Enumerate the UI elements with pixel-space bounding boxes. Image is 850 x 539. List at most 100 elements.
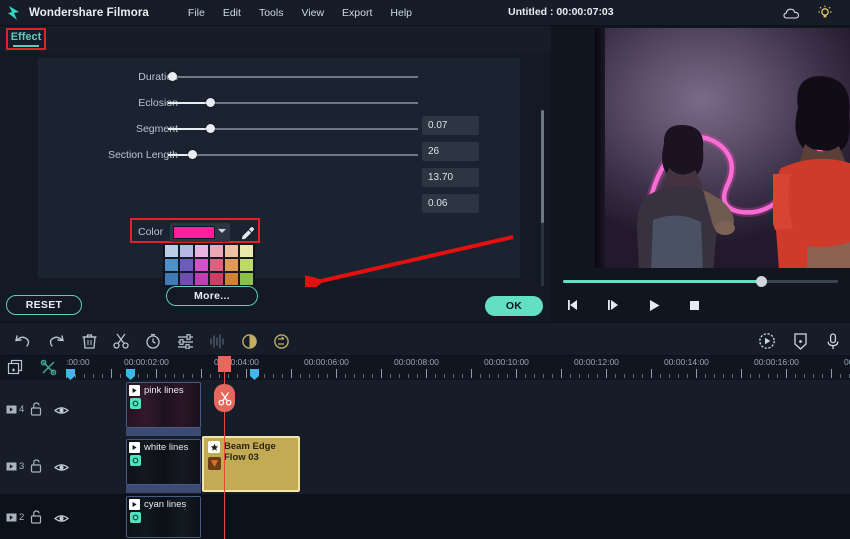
- reset-button[interactable]: RESET: [6, 295, 82, 315]
- color-swatch-11[interactable]: [239, 258, 254, 272]
- color-swatch-1[interactable]: [179, 244, 194, 258]
- step-backward-icon[interactable]: [565, 296, 583, 314]
- param-slider-section-length[interactable]: [168, 146, 418, 164]
- menu-view[interactable]: View: [292, 4, 333, 22]
- ok-button[interactable]: OK: [485, 296, 543, 316]
- color-swatch-16[interactable]: [224, 272, 239, 286]
- split-playhead-button[interactable]: [214, 384, 235, 412]
- menu-help[interactable]: Help: [381, 4, 421, 22]
- playhead[interactable]: [214, 356, 235, 539]
- menu-edit[interactable]: Edit: [214, 4, 250, 22]
- speedometer-icon[interactable]: [271, 331, 291, 351]
- trash-icon[interactable]: [79, 331, 99, 351]
- param-value-section-length[interactable]: 0.06: [422, 194, 479, 213]
- color-swatch-12[interactable]: [164, 272, 179, 286]
- color-current-swatch[interactable]: [173, 226, 215, 239]
- microphone-icon[interactable]: [823, 331, 843, 351]
- ruler-label-1: 00:00:02:00: [124, 357, 169, 367]
- ruler-tick: [282, 374, 283, 378]
- color-swatch-8[interactable]: [194, 258, 209, 272]
- color-swatch-7[interactable]: [179, 258, 194, 272]
- color-swatch-13[interactable]: [179, 272, 194, 286]
- param-slider-eclosion[interactable]: [168, 94, 418, 112]
- timeline-marker-1[interactable]: [126, 367, 135, 380]
- color-swatch-3[interactable]: [209, 244, 224, 258]
- color-swatch-0[interactable]: [164, 244, 179, 258]
- clip-audio-strip[interactable]: [126, 428, 201, 436]
- eyedropper-icon[interactable]: [237, 224, 255, 242]
- timeline-marker-2[interactable]: [250, 367, 259, 380]
- unlock-icon[interactable]: [30, 510, 42, 529]
- tab-effect[interactable]: Effect: [6, 28, 46, 50]
- eye-icon[interactable]: [54, 403, 69, 421]
- eye-icon[interactable]: [54, 511, 69, 529]
- stop-icon[interactable]: [685, 296, 703, 314]
- video-preview[interactable]: [595, 28, 850, 268]
- clock-icon[interactable]: [143, 331, 163, 351]
- playhead-top-handle[interactable]: [218, 356, 231, 372]
- redo-icon[interactable]: [46, 331, 66, 351]
- progress-thumb[interactable]: [755, 276, 767, 287]
- timeline-marker-0[interactable]: [66, 367, 75, 380]
- clip-beam-edge-flow[interactable]: Beam Edge Flow 03: [202, 436, 300, 492]
- color-swatch-2[interactable]: [194, 244, 209, 258]
- menu-file[interactable]: File: [179, 4, 214, 22]
- bulb-icon[interactable]: [816, 4, 834, 22]
- param-slider-duration[interactable]: [168, 68, 418, 86]
- undo-icon[interactable]: [12, 331, 32, 351]
- color-swatch-10[interactable]: [224, 258, 239, 272]
- slider-thumb[interactable]: [168, 72, 177, 81]
- color-swatch-5[interactable]: [239, 244, 254, 258]
- clip-pink-lines[interactable]: pink lines: [126, 382, 201, 428]
- param-value-segment[interactable]: 13.70: [422, 168, 479, 187]
- unlock-icon[interactable]: [30, 402, 42, 421]
- slider-fill: [168, 128, 211, 130]
- clip-cyan-lines[interactable]: cyan lines: [126, 496, 201, 538]
- preview-progress-bar[interactable]: [563, 276, 838, 287]
- color-dropdown[interactable]: [170, 223, 230, 242]
- param-label-duration: Duration: [138, 71, 178, 83]
- clip-white-lines[interactable]: white lines: [126, 439, 201, 485]
- timeline-ruler[interactable]: :00:00 00:00:02:00 00:00:04:00 00:00:06:00 0…: [66, 356, 850, 380]
- waveform-icon[interactable]: [207, 331, 227, 351]
- ruler-tick: [354, 374, 355, 378]
- ruler-tick: [795, 374, 796, 378]
- color-swatch-14[interactable]: [194, 272, 209, 286]
- ruler-label-3: 00:00:06:00: [304, 357, 349, 367]
- panel-scrollbar-thumb[interactable]: [541, 110, 544, 223]
- contrast-icon[interactable]: [239, 331, 259, 351]
- scissors-icon: [217, 391, 232, 405]
- color-swatch-9[interactable]: [209, 258, 224, 272]
- eye-icon[interactable]: [54, 460, 69, 478]
- menu-tools[interactable]: Tools: [250, 4, 293, 22]
- menu-export[interactable]: Export: [333, 4, 381, 22]
- color-swatch-15[interactable]: [209, 272, 224, 286]
- color-swatch-6[interactable]: [164, 258, 179, 272]
- more-button[interactable]: More...: [166, 286, 258, 306]
- slider-thumb[interactable]: [206, 98, 215, 107]
- param-slider-segment[interactable]: [168, 120, 418, 138]
- step-forward-icon[interactable]: [605, 296, 623, 314]
- ruler-tick: [309, 374, 310, 378]
- play-icon[interactable]: [645, 296, 663, 314]
- color-swatch-4[interactable]: [224, 244, 239, 258]
- timeline-tracks: 4 pink lines 3 white lines Beam Edge Flo…: [0, 380, 850, 539]
- ruler-tick: [750, 374, 751, 378]
- scissors-icon[interactable]: [111, 331, 131, 351]
- clip-audio-strip[interactable]: [126, 485, 201, 493]
- chevron-down-icon[interactable]: [218, 229, 226, 233]
- slider-thumb[interactable]: [206, 124, 215, 133]
- unlock-icon[interactable]: [30, 459, 42, 478]
- ruler-tick: [246, 369, 247, 378]
- add-media-icon[interactable]: [7, 359, 24, 381]
- slider-thumb[interactable]: [188, 150, 197, 159]
- unlink-icon[interactable]: [40, 359, 57, 381]
- ruler-tick: [345, 374, 346, 378]
- dancer-right-figure: [773, 76, 850, 268]
- color-swatch-17[interactable]: [239, 272, 254, 286]
- record-circle-icon[interactable]: [757, 331, 777, 351]
- sliders-icon[interactable]: [175, 331, 195, 351]
- shield-marker-icon[interactable]: [790, 331, 810, 351]
- cloud-icon[interactable]: [782, 4, 800, 22]
- track-4-number-label: 4: [19, 404, 25, 415]
